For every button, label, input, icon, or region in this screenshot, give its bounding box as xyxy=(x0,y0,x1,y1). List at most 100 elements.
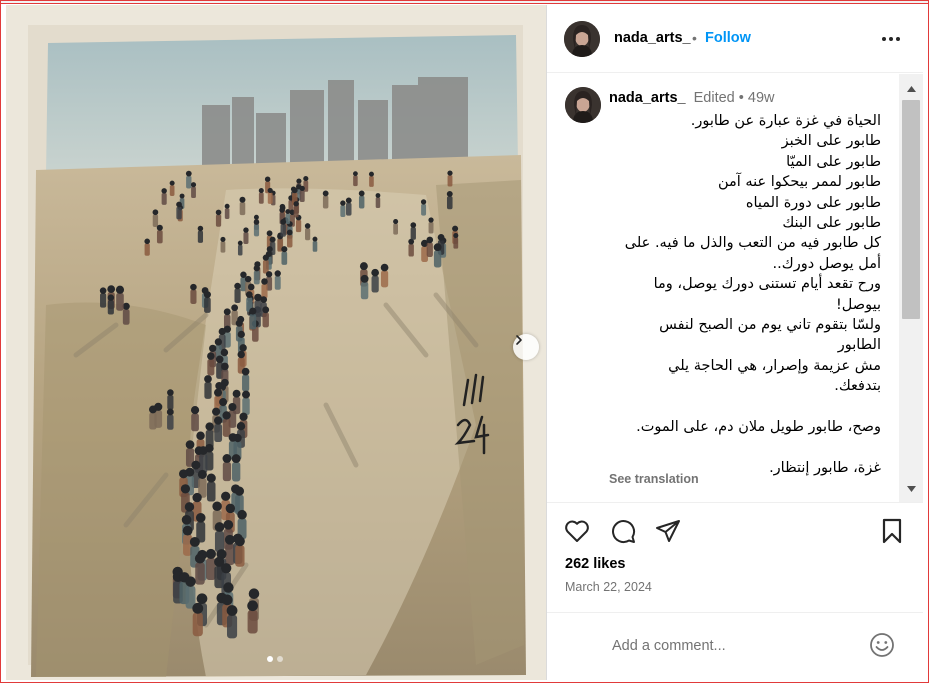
crowd-figure-head xyxy=(253,214,259,220)
crowd-figure-head xyxy=(212,407,221,416)
crowd-figure-body xyxy=(161,192,167,205)
crowd-figure-body xyxy=(262,312,269,328)
carousel-next-button[interactable] xyxy=(513,334,539,360)
crowd-figure-body xyxy=(267,192,273,204)
crowd-figure-head xyxy=(340,200,346,206)
emoji-button[interactable] xyxy=(869,632,895,658)
comment-button[interactable] xyxy=(609,517,637,545)
likes-count[interactable]: 262 likes xyxy=(565,556,625,572)
crowd-figure-head xyxy=(345,197,352,204)
author-avatar[interactable] xyxy=(564,21,600,57)
triangle-up-icon xyxy=(906,86,916,92)
crowd-figure-head xyxy=(223,519,234,530)
crowd-figure-head xyxy=(239,344,247,352)
crowd-figure-body xyxy=(207,359,215,376)
crowd-figure-head xyxy=(197,225,204,232)
crowd-figure-body xyxy=(428,222,434,234)
like-button[interactable] xyxy=(563,517,591,545)
crowd-figure-head xyxy=(265,271,273,278)
crowd-figure-head xyxy=(196,431,205,440)
avatar-image xyxy=(564,21,600,57)
crowd-figure-head xyxy=(107,285,116,293)
caption-line: وصح، طابور طويل ملان دم، على الموت. xyxy=(636,419,881,436)
crowd-figure-head xyxy=(274,270,281,277)
crowd-figure-body xyxy=(195,562,205,585)
crowd-figure-head xyxy=(241,367,250,376)
crowd-figure-head xyxy=(156,224,163,231)
caption-scrollbar[interactable] xyxy=(899,74,923,502)
crowd-figure-body xyxy=(281,251,288,265)
crowd-figure-head xyxy=(312,236,318,242)
crowd-figure-head xyxy=(248,588,260,599)
more-options-button[interactable] xyxy=(880,29,902,49)
crowd-figure-head xyxy=(190,283,197,291)
scroll-down-button[interactable] xyxy=(899,480,923,498)
crowd-figure-head xyxy=(428,217,434,223)
crowd-figure-body xyxy=(235,545,245,567)
caption-username[interactable]: nada_arts_ xyxy=(609,90,686,106)
crowd-figure-head xyxy=(253,219,260,225)
crowd-figure-head xyxy=(228,433,238,442)
crowd-figure-head xyxy=(205,422,214,431)
crowd-figure-head xyxy=(264,176,271,182)
crowd-figure-head xyxy=(196,593,208,604)
author-username[interactable]: nada_arts_ xyxy=(614,30,691,46)
see-translation-link[interactable]: See translation xyxy=(609,472,699,486)
crowd-figure-head xyxy=(371,268,379,277)
crowd-figure-head xyxy=(304,223,311,229)
crowd-figure-body xyxy=(261,284,268,299)
crowd-figure-body xyxy=(299,190,305,203)
crowd-figure-body xyxy=(274,275,281,290)
crowd-figure-head xyxy=(115,285,125,294)
scroll-thumb[interactable] xyxy=(902,100,920,319)
emoji-icon xyxy=(870,633,894,657)
post-age[interactable]: 49w xyxy=(748,90,775,106)
crowd-figure-body xyxy=(122,309,130,325)
crowd-figure-body xyxy=(167,395,174,410)
crowd-figure-head xyxy=(218,327,226,336)
crowd-figure-body xyxy=(206,481,216,502)
crowd-figure-head xyxy=(192,602,204,614)
crowd-figure-body xyxy=(149,412,157,430)
crowd-figure-body xyxy=(360,281,369,300)
crowd-figure-head xyxy=(232,389,241,398)
crowd-figure-head xyxy=(231,454,241,464)
crowd-figure-head xyxy=(269,236,276,243)
crowd-figure-head xyxy=(253,265,260,272)
crowd-figure-body xyxy=(253,224,260,237)
caption-section[interactable]: nada_arts_ Edited • 49w الحياة في غزة عب… xyxy=(547,74,899,502)
caption-line: بتدفعك. xyxy=(834,378,881,395)
caption-text: الحياة في غزة عبارة عن طابور. طابور على … xyxy=(609,111,881,478)
comment-divider xyxy=(547,612,923,613)
crowd-figure-body xyxy=(214,423,223,443)
crowd-figure-body xyxy=(237,244,243,256)
crowd-figure-head xyxy=(231,304,239,312)
crowd-figure-head xyxy=(224,203,230,209)
crowd-figure-body xyxy=(239,202,246,216)
crowd-figure-head xyxy=(220,236,226,242)
crowd-figure-head xyxy=(446,190,453,197)
avatar-image xyxy=(565,87,601,123)
crowd-figure-body xyxy=(249,313,257,330)
crowd-figure-head xyxy=(192,492,202,503)
comment-input[interactable] xyxy=(612,635,852,657)
save-button[interactable] xyxy=(878,517,906,545)
post-media[interactable] xyxy=(6,5,546,680)
bookmark-icon xyxy=(882,518,902,544)
crowd-figure-head xyxy=(426,236,434,244)
crowd-figure-head xyxy=(359,262,368,271)
crowd-figure-body xyxy=(447,175,453,187)
share-button[interactable] xyxy=(654,517,682,545)
post-date[interactable]: March 22, 2024 xyxy=(565,580,652,594)
crowd-figure-head xyxy=(279,207,285,213)
crowd-figure-head xyxy=(437,234,445,241)
crowd-figure-head xyxy=(410,222,417,228)
crowd-figure-head xyxy=(222,454,232,463)
caption-avatar[interactable] xyxy=(565,87,601,123)
crowd-figure-body xyxy=(295,219,302,233)
scroll-up-button[interactable] xyxy=(899,80,923,98)
follow-button[interactable]: Follow xyxy=(705,30,751,46)
crowd-figure-head xyxy=(258,187,264,194)
crowd-figure-head xyxy=(197,469,207,479)
crowd-figure-body xyxy=(285,213,291,225)
